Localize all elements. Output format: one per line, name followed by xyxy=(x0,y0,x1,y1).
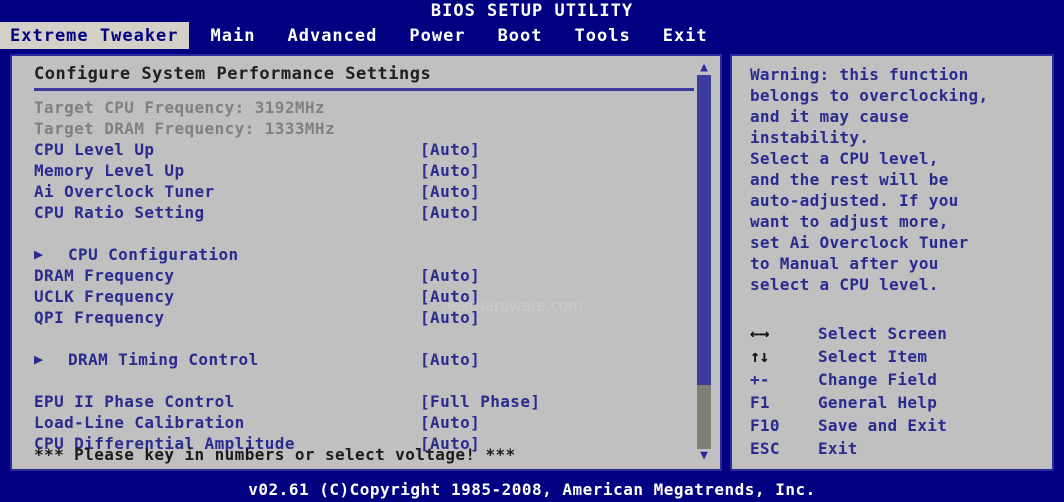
tab-boot[interactable]: Boot xyxy=(475,22,553,49)
legend-row: ←→ Select Screen xyxy=(750,322,1040,345)
page-title: Configure System Performance Settings xyxy=(34,64,432,84)
note-text: *** Please key in numbers or select volt… xyxy=(34,445,516,464)
tab-power[interactable]: Power xyxy=(387,22,476,49)
setting-label: DRAM Frequency xyxy=(34,266,175,285)
legend-description: Select Item xyxy=(818,347,928,366)
setting-row[interactable]: EPU II Phase Control [Full Phase] xyxy=(12,391,720,412)
row-spacer xyxy=(12,328,720,349)
legend-row: F1 General Help xyxy=(750,391,1040,414)
legend-row: F10 Save and Exit xyxy=(750,414,1040,437)
settings-panel: Configure System Performance Settings Ta… xyxy=(10,54,722,471)
legend-key-icon: F1 xyxy=(750,393,770,412)
legend-description: General Help xyxy=(818,393,938,412)
submenu-triangle-icon: ▶ xyxy=(34,245,44,263)
setting-label: CPU Ratio Setting xyxy=(34,203,205,222)
setting-row: Target CPU Frequency: 3192MHz xyxy=(12,97,720,118)
tab-advanced[interactable]: Advanced xyxy=(265,22,388,49)
menu-bar: Extreme Tweaker Main Advanced Power Boot Tool… xyxy=(0,22,1064,49)
window-title: BIOS SETUP UTILITY xyxy=(0,0,1064,22)
setting-label: Load-Line Calibration xyxy=(34,413,245,432)
legend-key-icon: ↑↓ xyxy=(750,346,769,367)
help-panel: Warning: this function belongs to overcl… xyxy=(730,54,1054,471)
tab-exit[interactable]: Exit xyxy=(640,22,718,49)
setting-value[interactable]: [Auto] xyxy=(420,287,480,306)
legend-key-icon: F10 xyxy=(750,416,780,435)
setting-row[interactable]: Load-Line Calibration [Auto] xyxy=(12,412,720,433)
legend-description: Exit xyxy=(818,439,858,458)
scrollbar[interactable]: ▲ ▼ xyxy=(696,61,712,462)
legend-description: Change Field xyxy=(818,370,938,389)
setting-label: UCLK Frequency xyxy=(34,287,175,306)
settings-panel-inner: Configure System Performance Settings Ta… xyxy=(12,56,720,469)
setting-label: QPI Frequency xyxy=(34,308,165,327)
setting-row[interactable]: QPI Frequency [Auto] xyxy=(12,307,720,328)
setting-label: Target DRAM Frequency: 1333MHz xyxy=(34,119,335,138)
legend-description: Save and Exit xyxy=(818,416,948,435)
setting-row[interactable]: CPU Level Up [Auto] xyxy=(12,139,720,160)
scrollbar-track[interactable] xyxy=(697,75,711,449)
setting-value[interactable]: [Auto] xyxy=(420,266,480,285)
tab-extreme-tweaker[interactable]: Extreme Tweaker xyxy=(0,22,189,49)
setting-value[interactable]: [Auto] xyxy=(420,161,480,180)
setting-value[interactable]: [Auto] xyxy=(420,350,480,369)
row-spacer xyxy=(12,370,720,391)
legend-description: Select Screen xyxy=(818,324,948,343)
help-text: Warning: this function belongs to overcl… xyxy=(750,65,989,294)
setting-label: Memory Level Up xyxy=(34,161,185,180)
setting-value[interactable]: [Auto] xyxy=(420,413,480,432)
setting-row[interactable]: Memory Level Up [Auto] xyxy=(12,160,720,181)
setting-label: DRAM Timing Control xyxy=(68,350,259,369)
setting-value[interactable]: [Auto] xyxy=(420,140,480,159)
setting-value[interactable]: [Full Phase] xyxy=(420,392,540,411)
bios-setup-screen: BIOS SETUP UTILITY Extreme Tweaker Main Ad… xyxy=(0,0,1064,502)
setting-label: Target CPU Frequency: 3192MHz xyxy=(34,98,325,117)
setting-label: EPU II Phase Control xyxy=(34,392,235,411)
submenu-triangle-icon: ▶ xyxy=(34,350,44,368)
setting-row[interactable]: Ai Overclock Tuner [Auto] xyxy=(12,181,720,202)
row-spacer xyxy=(12,223,720,244)
legend-row: ESC Exit xyxy=(750,437,1040,460)
setting-label: Ai Overclock Tuner xyxy=(34,182,215,201)
setting-row[interactable]: UCLK Frequency [Auto] xyxy=(12,286,720,307)
settings-list: Target CPU Frequency: 3192MHz Target DRAM… xyxy=(12,97,720,454)
legend-row: +- Change Field xyxy=(750,368,1040,391)
scroll-up-arrow-icon[interactable]: ▲ xyxy=(696,61,712,74)
setting-row[interactable]: ▶ DRAM Timing Control [Auto] xyxy=(12,349,720,370)
key-legend: ←→ Select Screen ↑↓ Select Item +- Change Fie… xyxy=(750,322,1040,460)
setting-row: Target DRAM Frequency: 1333MHz xyxy=(12,118,720,139)
setting-label: CPU Configuration xyxy=(68,245,239,264)
setting-value[interactable]: [Auto] xyxy=(420,308,480,327)
tab-tools[interactable]: Tools xyxy=(552,22,641,49)
scrollbar-thumb[interactable] xyxy=(697,75,711,386)
legend-key-icon: ←→ xyxy=(750,323,769,344)
legend-key-icon: +- xyxy=(750,370,770,389)
legend-key-icon: ESC xyxy=(750,439,780,458)
main-body: Configure System Performance Settings Ta… xyxy=(0,49,1064,476)
tab-main[interactable]: Main xyxy=(188,22,266,49)
scroll-down-arrow-icon[interactable]: ▼ xyxy=(696,449,712,462)
setting-row[interactable]: CPU Ratio Setting [Auto] xyxy=(12,202,720,223)
title-underline xyxy=(34,88,694,91)
footer-copyright: v02.61 (C)Copyright 1985-2008, American … xyxy=(0,476,1064,502)
setting-row[interactable]: DRAM Frequency [Auto] xyxy=(12,265,720,286)
legend-row: ↑↓ Select Item xyxy=(750,345,1040,368)
setting-label: CPU Level Up xyxy=(34,140,155,159)
setting-row[interactable]: ▶ CPU Configuration xyxy=(12,244,720,265)
setting-value[interactable]: [Auto] xyxy=(420,203,480,222)
setting-value[interactable]: [Auto] xyxy=(420,182,480,201)
